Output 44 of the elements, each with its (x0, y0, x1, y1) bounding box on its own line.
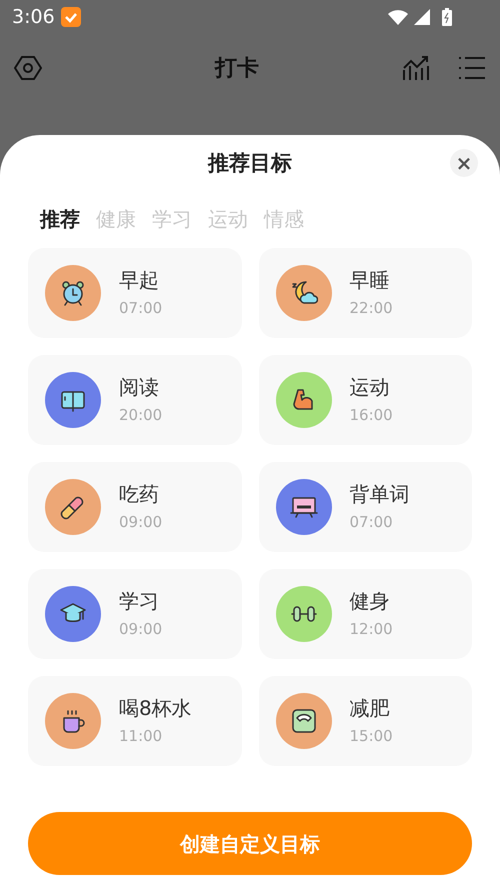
menu-icon[interactable] (458, 54, 486, 82)
goal-time: 09:00 (119, 620, 162, 639)
goal-name: 背单词 (350, 482, 410, 508)
goal-card[interactable]: 健身 12:00 (258, 569, 472, 659)
goal-card[interactable]: 喝8杯水 11:00 (28, 676, 242, 766)
goal-name: 学习 (119, 589, 160, 614)
goal-time: 15:00 (350, 727, 393, 746)
goal-card[interactable]: 早睡 22:00 (258, 248, 472, 338)
sheet-title: 推荐目标 (208, 150, 292, 178)
goal-time: 22:00 (350, 299, 393, 318)
close-button[interactable]: × (450, 149, 478, 177)
goal-card[interactable]: 减肥 15:00 (258, 676, 472, 766)
scale-icon (290, 707, 318, 735)
goal-time: 12:00 (350, 620, 393, 639)
moon-cloud-icon (290, 279, 318, 307)
goal-card[interactable]: 吃药 09:00 (28, 462, 242, 552)
category-tab[interactable]: 推荐 (40, 204, 80, 234)
chart-icon[interactable] (402, 54, 430, 82)
goal-name: 早起 (119, 268, 160, 294)
goal-card[interactable]: 学习 09:00 (28, 569, 242, 659)
goal-time: 07:00 (119, 299, 162, 318)
goal-card[interactable]: 背单词 07:00 (258, 462, 472, 552)
goal-time: 11:00 (119, 727, 164, 746)
goal-card[interactable]: 阅读 20:00 (28, 355, 242, 445)
goal-name: 减肥 (350, 696, 390, 722)
goal-time: 20:00 (119, 406, 162, 425)
goal-name: 喝8杯水 (119, 696, 192, 722)
goal-time: 07:00 (350, 513, 394, 532)
goal-name: 阅读 (119, 375, 160, 400)
goal-name: 运动 (350, 375, 390, 400)
notification-check-icon (60, 7, 81, 27)
goal-time: 16:00 (350, 406, 393, 425)
goal-name: 吃药 (119, 482, 160, 508)
battery-icon (442, 8, 452, 26)
goal-name: 早睡 (350, 268, 390, 294)
goal-card[interactable]: 运动 16:00 (258, 355, 472, 445)
status-time: 3:06 (12, 4, 55, 30)
page-title: 打卡 (213, 54, 260, 82)
goal-card[interactable]: 早起 07:00 (28, 248, 242, 338)
goal-time: 09:00 (119, 513, 162, 532)
wifi-icon (388, 9, 408, 25)
settings-icon[interactable] (14, 54, 42, 82)
goal-name: 健身 (350, 589, 390, 614)
signal-icon (414, 9, 430, 25)
